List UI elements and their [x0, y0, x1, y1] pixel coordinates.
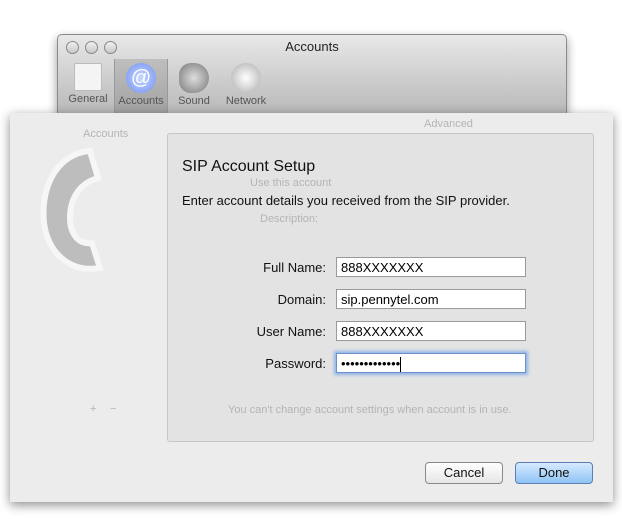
password-row: Password: •••••••••••••	[168, 353, 531, 375]
bg-accounts-header: Accounts	[83, 128, 129, 140]
password-label: Password:	[265, 356, 326, 371]
toolbar-label: Accounts	[118, 95, 164, 107]
cancel-button[interactable]: Cancel	[425, 462, 503, 484]
toolbar-network[interactable]: Network	[220, 59, 272, 113]
password-field[interactable]: •••••••••••••	[336, 353, 526, 373]
domain-row: Domain: sip.pennytel.com	[168, 289, 531, 311]
user-name-label: User Name:	[256, 324, 326, 339]
domain-label: Domain:	[277, 292, 326, 307]
preferences-window: Accounts General @ Accounts Sound Network	[57, 34, 567, 116]
speaker-icon	[179, 63, 209, 93]
sheet-title: SIP Account Setup	[182, 158, 316, 175]
full-name-row: Full Name: 888XXXXXXX	[168, 257, 531, 279]
toolbar-label: Sound	[178, 95, 210, 107]
bg-use-account: Use this account	[250, 177, 332, 189]
domain-field[interactable]: sip.pennytel.com	[336, 289, 526, 309]
text-caret	[400, 357, 402, 372]
full-name-label: Full Name:	[263, 260, 326, 275]
toolbar-accounts[interactable]: @ Accounts	[114, 59, 168, 113]
bg-advanced-tab: Advanced	[424, 118, 473, 130]
globe-icon	[231, 63, 261, 93]
setup-panel: SIP Account Setup Enter account details …	[167, 133, 594, 442]
switch-icon	[74, 63, 102, 91]
at-icon: @	[126, 63, 156, 93]
window-title: Accounts	[285, 39, 339, 54]
toolbar-sound[interactable]: Sound	[168, 59, 220, 113]
toolbar-label: General	[68, 93, 108, 105]
user-name-row: User Name: 888XXXXXXX	[168, 321, 531, 343]
password-value: •••••••••••••	[341, 356, 401, 371]
toolbar-general[interactable]: General	[62, 59, 114, 113]
user-name-field[interactable]: 888XXXXXXX	[336, 321, 526, 341]
bg-notice: You can't change account settings when a…	[228, 404, 512, 416]
bg-remove-button: −	[110, 403, 117, 415]
done-button[interactable]: Done	[515, 462, 593, 484]
sheet-description: Enter account details you received from …	[182, 193, 510, 208]
sip-setup-sheet: Accounts Advanced Use this account Descr…	[10, 113, 613, 502]
toolbar-label: Network	[225, 95, 267, 107]
bg-add-button: +	[90, 403, 97, 415]
full-name-field[interactable]: 888XXXXXXX	[336, 257, 526, 277]
bg-description-label: Description:	[260, 213, 319, 225]
phone-icon	[40, 147, 104, 272]
